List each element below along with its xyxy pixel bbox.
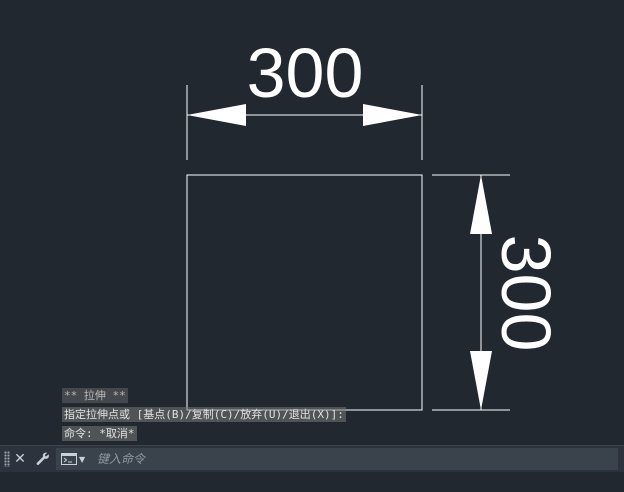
vertical-dimension[interactable]: 300	[432, 174, 565, 411]
dimension-text-vertical: 300	[487, 235, 565, 352]
drawing-svg[interactable]: 300 300	[0, 0, 624, 445]
history-line-text: 指定拉伸点或 [基点(B)/复制(C)/放弃(U)/退出(X)]:	[62, 407, 346, 422]
chevron-down-icon[interactable]: ▼	[79, 452, 89, 466]
arrowhead-right	[363, 104, 422, 126]
square-shape[interactable]	[186, 174, 423, 411]
bottom-strip	[0, 472, 624, 492]
dimension-text-horizontal: 300	[247, 34, 364, 112]
close-icon[interactable]: ✕	[12, 449, 28, 469]
arrowhead-bottom	[470, 351, 492, 410]
history-line: ** 拉伸 **	[62, 386, 346, 405]
command-input[interactable]	[95, 451, 499, 467]
arrowhead-left	[187, 104, 246, 126]
wrench-icon[interactable]	[34, 449, 52, 469]
horizontal-dimension[interactable]: 300	[186, 34, 423, 160]
history-line: 指定拉伸点或 [基点(B)/复制(C)/放弃(U)/退出(X)]:	[62, 405, 346, 424]
history-line-text: 命令: *取消*	[62, 426, 137, 441]
drawing-canvas[interactable]: 300 300 ** 拉伸 ** 指定拉伸点或 [基点(B)/复制(C)/放弃(…	[0, 0, 624, 445]
history-line: 命令: *取消*	[62, 424, 346, 443]
history-line-text: ** 拉伸 **	[62, 388, 128, 403]
command-history: ** 拉伸 ** 指定拉伸点或 [基点(B)/复制(C)/放弃(U)/退出(X)…	[62, 386, 346, 443]
command-line-bar: ✕ ▼	[0, 445, 624, 472]
arrowhead-top	[470, 175, 492, 234]
drag-grip-handle[interactable]	[4, 451, 10, 467]
command-input-container[interactable]: ▼	[56, 448, 618, 470]
command-prompt-icon[interactable]	[60, 452, 78, 466]
